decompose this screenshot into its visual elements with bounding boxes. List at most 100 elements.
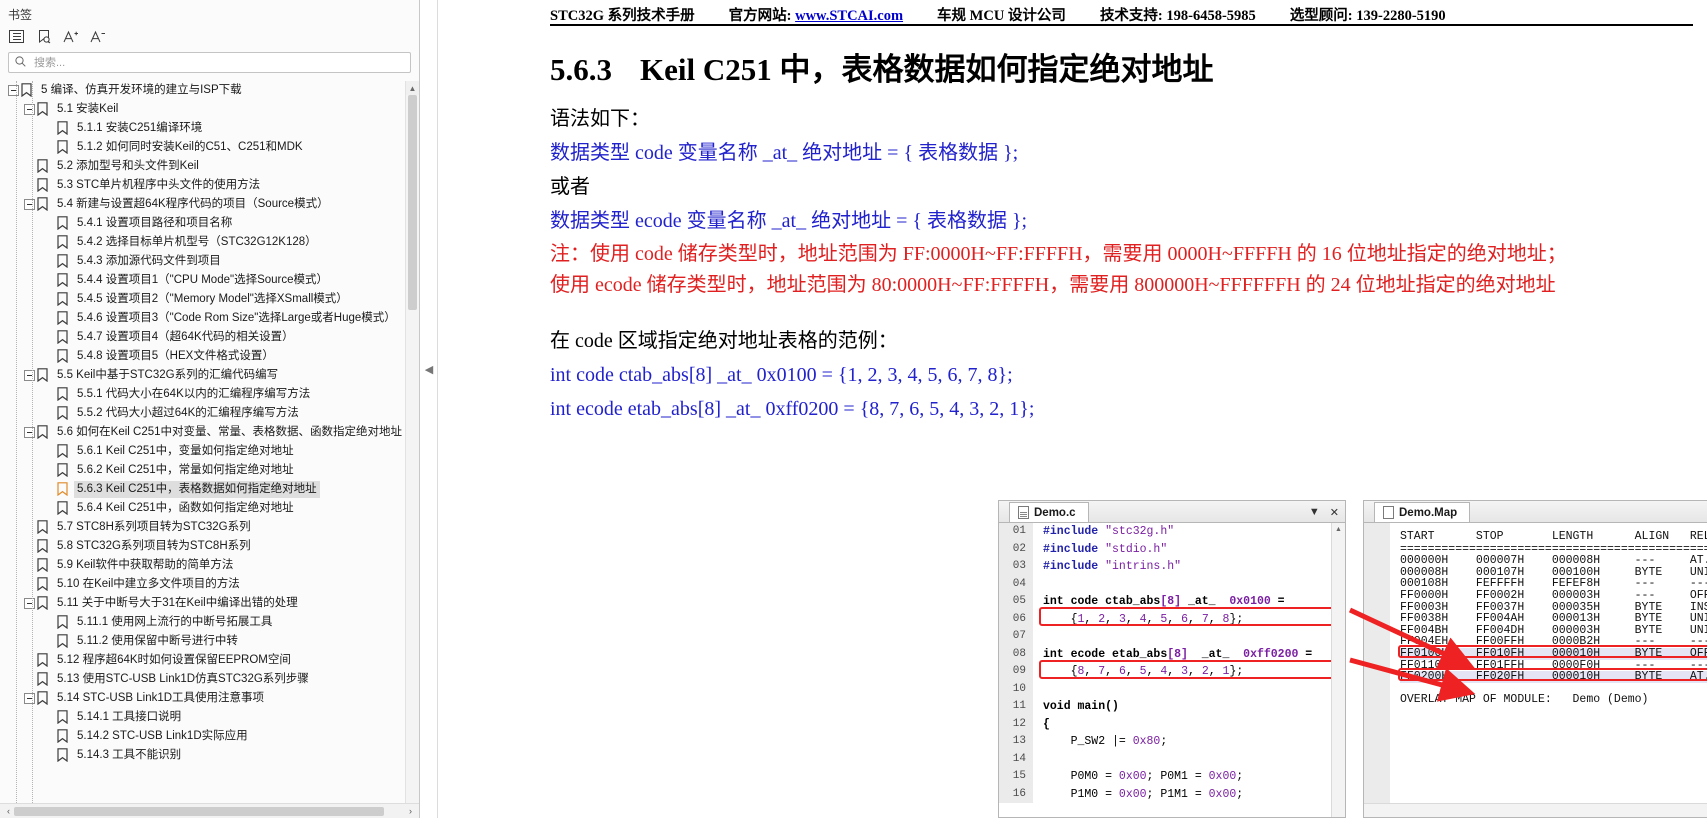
- code-text: #include "intrins.h": [1043, 560, 1182, 573]
- code-line: 09 {8, 7, 6, 5, 4, 3, 2, 1};: [999, 663, 1331, 681]
- bookmark-icon: [37, 691, 50, 706]
- code-text: P1M0 = 0x00; P1M1 = 0x00;: [1043, 787, 1244, 801]
- editor-window-controls: ▼ ✕: [1309, 501, 1339, 523]
- header-site-link[interactable]: www.STCAI.com: [795, 8, 903, 24]
- code-line: 04: [999, 575, 1331, 593]
- header-advisor: 选型顾问: 139-2280-5190: [1289, 7, 1446, 24]
- bookmark-icon: [37, 539, 50, 554]
- bookmark-add-icon[interactable]: [35, 28, 52, 45]
- expand-collapse-icon[interactable]: [24, 104, 35, 115]
- code-line: 07: [999, 628, 1331, 646]
- bookmark-item-label: 5.4.2 选择目标单片机型号（STC32G12K128）: [77, 236, 317, 248]
- minimize-icon[interactable]: ▼: [1309, 506, 1320, 518]
- sidebar-search: [0, 50, 419, 81]
- code-editor[interactable]: 01 #include "stc32g.h" 02 #include "stdio.h…: [999, 523, 1331, 817]
- expand-collapse-icon[interactable]: [24, 693, 35, 704]
- bookmark-item[interactable]: 5.8 STC32G系列项目转为STC8H系列: [0, 537, 405, 556]
- sidebar-vertical-scrollbar[interactable]: ▲: [405, 81, 419, 803]
- code-text: {: [1043, 717, 1050, 731]
- font-decrease-icon[interactable]: [89, 28, 106, 45]
- line-number: 12: [999, 715, 1033, 733]
- close-icon[interactable]: ✕: [1330, 506, 1339, 519]
- bookmark-item[interactable]: 5.11.1 使用网上流行的中断号拓展工具: [0, 613, 405, 632]
- example-line-code: int code ctab_abs[8] _at_ 0x0100 = {1, 2…: [550, 364, 1013, 386]
- bookmark-item[interactable]: 5.10 在Keil中建立多文件项目的方法: [0, 575, 405, 594]
- bookmark-item[interactable]: 5.7 STC8H系列项目转为STC32G系列: [0, 518, 405, 537]
- bookmark-item[interactable]: 5.14 STC-USB Link1D工具使用注意事项: [0, 689, 405, 708]
- bookmark-item[interactable]: 5.6.2 Keil C251中，常量如何指定绝对地址: [0, 461, 405, 480]
- scroll-right-arrow[interactable]: ›: [404, 806, 417, 816]
- c-file-icon: [1018, 506, 1029, 519]
- bookmark-item-label: 5.8 STC32G系列项目转为STC8H系列: [57, 540, 251, 552]
- bookmark-item[interactable]: 5.6.3 Keil C251中，表格数据如何指定绝对地址: [0, 480, 405, 499]
- expand-collapse-icon[interactable]: [24, 199, 35, 210]
- bookmark-item[interactable]: 5.4.4 设置项目1（"CPU Mode"选择Source模式）: [0, 271, 405, 290]
- bookmark-item[interactable]: 5.12 程序超64K时如何设置保留EEPROM空间: [0, 651, 405, 670]
- bookmark-item[interactable]: 5.14.1 工具接口说明: [0, 708, 405, 727]
- bookmark-item[interactable]: 5.9 Keil软件中获取帮助的简单方法: [0, 556, 405, 575]
- bookmark-item[interactable]: 5.4.6 设置项目3（"Code Rom Size"选择Large或者Huge…: [0, 309, 405, 328]
- tab-demo-map[interactable]: Demo.Map: [1374, 502, 1471, 523]
- bookmark-item[interactable]: 5.1 安装Keil: [0, 100, 405, 119]
- bookmark-item[interactable]: 5.3 STC单片机程序中头文件的使用方法: [0, 176, 405, 195]
- bookmark-item[interactable]: 5.4.2 选择目标单片机型号（STC32G12K128）: [0, 233, 405, 252]
- bookmark-item[interactable]: 5.5.2 代码大小超过64K的汇编程序编写方法: [0, 404, 405, 423]
- collapse-sidebar-icon[interactable]: ◀: [423, 360, 435, 378]
- search-box[interactable]: [8, 52, 411, 73]
- bookmark-icon: [57, 273, 70, 288]
- expand-collapse-icon[interactable]: [24, 370, 35, 381]
- bookmark-item[interactable]: 5.2 添加型号和头文件到Keil: [0, 157, 405, 176]
- scroll-thumb[interactable]: [408, 95, 417, 310]
- map-horizontal-scrollbar[interactable]: [1364, 803, 1707, 817]
- editor-scroll-up-arrow[interactable]: ▲: [1332, 523, 1345, 536]
- bookmark-item[interactable]: 5.1.2 如何同时安装Keil的C51、C251和MDK: [0, 138, 405, 157]
- bookmark-icon: [57, 311, 70, 326]
- bookmark-item-label: 5.6.4 Keil C251中，函数如何指定绝对地址: [77, 502, 294, 514]
- bookmark-item[interactable]: 5.4.8 设置项目5（HEX文件格式设置）: [0, 347, 405, 366]
- bookmark-item[interactable]: 5.5.1 代码大小在64K以内的汇编程序编写方法: [0, 385, 405, 404]
- tab-demo-c[interactable]: Demo.c: [1009, 502, 1089, 523]
- bookmark-item[interactable]: 5.6.4 Keil C251中，函数如何指定绝对地址: [0, 499, 405, 518]
- bookmark-item[interactable]: 5.6.1 Keil C251中，变量如何指定绝对地址: [0, 442, 405, 461]
- font-increase-icon[interactable]: [62, 28, 79, 45]
- bookmark-item[interactable]: 5 编译、仿真开发环境的建立与ISP下载: [0, 81, 405, 100]
- bookmark-item[interactable]: 5.6 如何在Keil C251中对变量、常量、表格数据、函数指定绝对地址: [0, 423, 405, 442]
- bookmark-item[interactable]: 5.1.1 安装C251编译环境: [0, 119, 405, 138]
- scroll-up-arrow[interactable]: ▲: [406, 81, 419, 95]
- code-text: void main(): [1043, 700, 1119, 713]
- bookmark-item[interactable]: 5.4.5 设置项目2（"Memory Model"选择XSmall模式）: [0, 290, 405, 309]
- list-view-icon[interactable]: [8, 28, 25, 45]
- code-line: 11 void main(): [999, 698, 1331, 716]
- bookmark-item[interactable]: 5.5 Keil中基于STC32G系列的汇编代码编写: [0, 366, 405, 385]
- expand-collapse-icon[interactable]: [8, 85, 19, 96]
- bookmark-icon: [37, 577, 50, 592]
- bookmark-icon: [57, 216, 70, 231]
- bookmark-tree[interactable]: 5 编译、仿真开发环境的建立与ISP下载 5.1 安装Keil 5.1.1 安装C2…: [0, 81, 419, 803]
- search-input[interactable]: [32, 55, 404, 70]
- sidebar-horizontal-scrollbar[interactable]: ‹ ›: [0, 803, 419, 818]
- bookmark-item[interactable]: 5.11.2 使用保留中断号进行中转: [0, 632, 405, 651]
- bookmark-item[interactable]: 5.11 关于中断号大于31在Keil中编译出错的处理: [0, 594, 405, 613]
- editor-vertical-scrollbar[interactable]: ▲: [1331, 523, 1345, 817]
- code-line: 12 {: [999, 715, 1331, 733]
- bookmark-icon: [37, 672, 50, 687]
- line-number: 03: [999, 558, 1033, 576]
- sidebar-splitter[interactable]: ◀: [420, 0, 438, 818]
- bookmark-item[interactable]: 5.14.2 STC-USB Link1D实际应用: [0, 727, 405, 746]
- expand-collapse-icon[interactable]: [24, 427, 35, 438]
- bookmark-icon: [57, 463, 70, 478]
- hscroll-thumb[interactable]: [14, 807, 384, 816]
- bookmark-item[interactable]: 5.14.3 工具不能识别: [0, 746, 405, 765]
- bookmark-item[interactable]: 5.4.1 设置项目路径和项目名称: [0, 214, 405, 233]
- tree-guide-line: [32, 81, 33, 803]
- bookmark-item[interactable]: 5.4.3 添加源代码文件到项目: [0, 252, 405, 271]
- bookmark-item[interactable]: 5.4 新建与设置超64K程序代码的项目（Source模式）: [0, 195, 405, 214]
- bookmark-item[interactable]: 5.13 使用STC-USB Link1D仿真STC32G系列步骤: [0, 670, 405, 689]
- bookmark-item[interactable]: 5.4.7 设置项目4（超64K代码的相关设置）: [0, 328, 405, 347]
- map-viewer[interactable]: START STOP LENGTH ALIGN RELOC MEMORY CLA…: [1364, 523, 1707, 803]
- expand-collapse-icon[interactable]: [24, 598, 35, 609]
